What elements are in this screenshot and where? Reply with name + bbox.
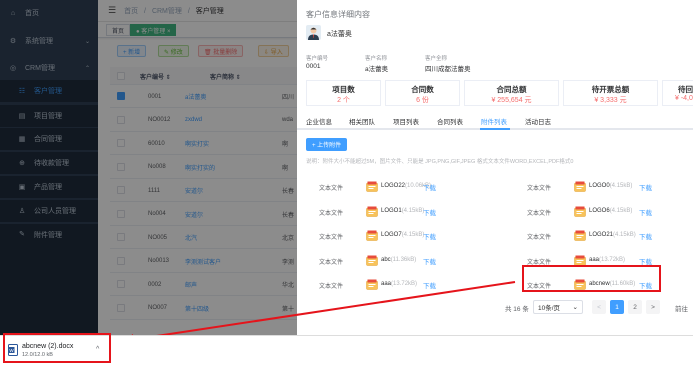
prev-page-button[interactable]: < [592,300,606,314]
next-page-button[interactable]: > [646,300,660,314]
pager-total: 共 16 条 [505,306,529,313]
page-2-button[interactable]: 2 [628,300,642,314]
page-size-select[interactable]: 10条/页 ⌄ [533,300,583,314]
pager-goto: 前往 [675,306,688,313]
chevron-down-icon: ⌄ [572,304,578,311]
annotation-arrow [122,281,516,345]
page-1-button[interactable]: 1 [610,300,624,314]
highlight-box-download [3,333,111,363]
